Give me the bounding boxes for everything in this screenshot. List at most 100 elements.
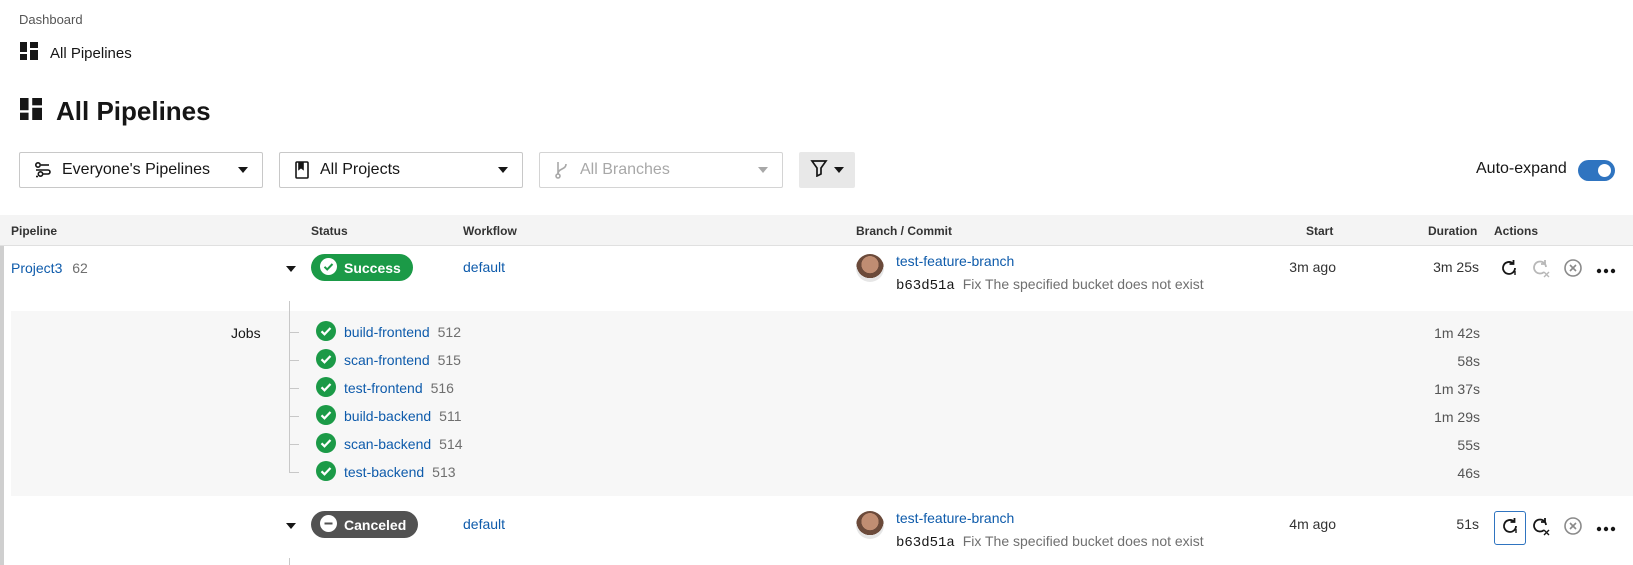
table-header: Pipeline Status Workflow Branch / Commit… bbox=[0, 215, 1633, 246]
breadcrumb-root[interactable]: Dashboard bbox=[19, 12, 83, 27]
tree-connector bbox=[289, 416, 299, 417]
job-duration: 55s bbox=[1457, 437, 1480, 453]
commit-message: Fix The specified bucket does not exist bbox=[962, 276, 1204, 292]
job-number: 512 bbox=[437, 324, 461, 340]
job-number: 514 bbox=[439, 436, 463, 452]
header-duration: Duration bbox=[1428, 224, 1478, 238]
start-time: 4m ago bbox=[1289, 516, 1336, 532]
bookmark-icon bbox=[294, 161, 310, 179]
cancel-circle-icon bbox=[1563, 516, 1583, 541]
duration: 3m 25s bbox=[1433, 259, 1479, 275]
pipelines-select-label: Everyone's Pipelines bbox=[62, 161, 211, 178]
rerun-failed-button[interactable] bbox=[1526, 255, 1556, 285]
filter-button[interactable] bbox=[799, 152, 855, 188]
check-circle-icon bbox=[316, 320, 336, 344]
job-duration: 1m 29s bbox=[1434, 409, 1480, 425]
job-link[interactable]: build-frontend bbox=[344, 324, 430, 340]
job-row: scan-frontend 515 bbox=[316, 348, 461, 370]
job-row: scan-backend 514 bbox=[316, 432, 463, 456]
more-icon bbox=[1596, 519, 1616, 537]
avatar bbox=[856, 511, 884, 539]
job-row: build-frontend 512 bbox=[316, 320, 461, 344]
chevron-down-icon bbox=[498, 167, 508, 173]
header-branch-commit: Branch / Commit bbox=[856, 224, 953, 238]
job-link[interactable]: scan-frontend bbox=[344, 352, 430, 368]
pipeline-number[interactable]: 62 bbox=[72, 260, 88, 276]
project-link[interactable]: Project3 bbox=[11, 260, 62, 276]
job-number: 515 bbox=[437, 352, 461, 368]
rerun-icon bbox=[1499, 258, 1519, 283]
job-number: 516 bbox=[430, 380, 454, 396]
check-circle-icon bbox=[316, 376, 336, 400]
breadcrumb-current: All Pipelines bbox=[20, 42, 132, 64]
pipelines-select[interactable]: Everyone's Pipelines bbox=[19, 152, 263, 188]
commit-sha[interactable]: b63d51a bbox=[896, 535, 955, 551]
auto-expand-label: Auto-expand bbox=[1476, 160, 1567, 177]
status-badge[interactable]: Success bbox=[311, 254, 413, 281]
commit-message: Fix The specified bucket does not exist bbox=[962, 533, 1204, 549]
job-link[interactable]: scan-backend bbox=[344, 436, 431, 452]
check-circle-icon bbox=[320, 257, 337, 278]
expand-chevron-icon[interactable] bbox=[286, 523, 296, 529]
cancel-circle-icon bbox=[1563, 258, 1583, 283]
workflow-link[interactable]: default bbox=[463, 259, 505, 275]
status-badge[interactable]: Canceled bbox=[311, 511, 419, 538]
branches-select-label: All Branches bbox=[580, 161, 670, 178]
job-duration: 1m 37s bbox=[1434, 381, 1480, 397]
avatar bbox=[856, 254, 884, 282]
branch-link[interactable]: test-feature-branch bbox=[896, 253, 1014, 269]
header-status: Status bbox=[311, 224, 348, 238]
job-duration: 58s bbox=[1457, 353, 1480, 369]
more-button[interactable] bbox=[1591, 513, 1621, 543]
dashboard-icon bbox=[20, 96, 42, 127]
projects-select[interactable]: All Projects bbox=[279, 152, 523, 188]
branch-icon bbox=[554, 161, 570, 179]
page-title-text: All Pipelines bbox=[56, 96, 211, 126]
header-pipeline: Pipeline bbox=[11, 224, 58, 238]
tree-connector bbox=[289, 472, 299, 473]
commit-info: b63d51a Fix The specified bucket does no… bbox=[896, 533, 1204, 551]
job-link[interactable]: test-backend bbox=[344, 464, 424, 480]
filter-icon bbox=[810, 159, 828, 182]
branch-link[interactable]: test-feature-branch bbox=[896, 510, 1014, 526]
page-title: All Pipelines bbox=[20, 96, 211, 127]
pipelines-icon bbox=[34, 161, 52, 179]
minus-circle-icon bbox=[320, 514, 337, 535]
more-button[interactable] bbox=[1591, 255, 1621, 285]
commit-info: b63d51a Fix The specified bucket does no… bbox=[896, 276, 1204, 294]
job-link[interactable]: test-frontend bbox=[344, 380, 423, 396]
projects-select-label: All Projects bbox=[320, 161, 401, 178]
auto-expand-toggle[interactable] bbox=[1578, 160, 1615, 181]
cancel-button[interactable] bbox=[1558, 255, 1588, 285]
header-start: Start bbox=[1306, 224, 1334, 238]
table-row: Project3 62 bbox=[11, 260, 88, 276]
status-label: Canceled bbox=[344, 516, 407, 533]
rerun-failed-button[interactable] bbox=[1526, 513, 1556, 543]
job-link[interactable]: build-backend bbox=[344, 408, 431, 424]
header-actions: Actions bbox=[1494, 224, 1539, 238]
start-time: 3m ago bbox=[1289, 259, 1336, 275]
check-circle-icon bbox=[316, 404, 336, 428]
check-circle-icon bbox=[316, 432, 336, 456]
duration: 51s bbox=[1456, 516, 1479, 532]
rerun-icon bbox=[1500, 516, 1520, 541]
breadcrumb-current-label: All Pipelines bbox=[50, 44, 132, 62]
dashboard-icon bbox=[20, 42, 38, 64]
rerun-failed-icon bbox=[1531, 516, 1551, 541]
chevron-down-icon bbox=[834, 167, 844, 173]
job-number: 511 bbox=[439, 408, 462, 424]
commit-sha[interactable]: b63d51a bbox=[896, 278, 955, 294]
tree-connector bbox=[289, 360, 299, 361]
cancel-button[interactable] bbox=[1558, 513, 1588, 543]
job-row: test-frontend 516 bbox=[316, 376, 454, 400]
more-icon bbox=[1596, 261, 1616, 279]
workflow-link[interactable]: default bbox=[463, 516, 505, 532]
tree-connector bbox=[289, 332, 299, 333]
job-duration: 1m 42s bbox=[1434, 325, 1480, 341]
rerun-button[interactable] bbox=[1494, 511, 1526, 545]
rerun-button[interactable] bbox=[1494, 255, 1524, 285]
branches-select[interactable]: All Branches bbox=[539, 152, 783, 188]
job-number: 513 bbox=[432, 464, 456, 480]
tree-line bbox=[289, 558, 290, 565]
expand-chevron-icon[interactable] bbox=[286, 266, 296, 272]
